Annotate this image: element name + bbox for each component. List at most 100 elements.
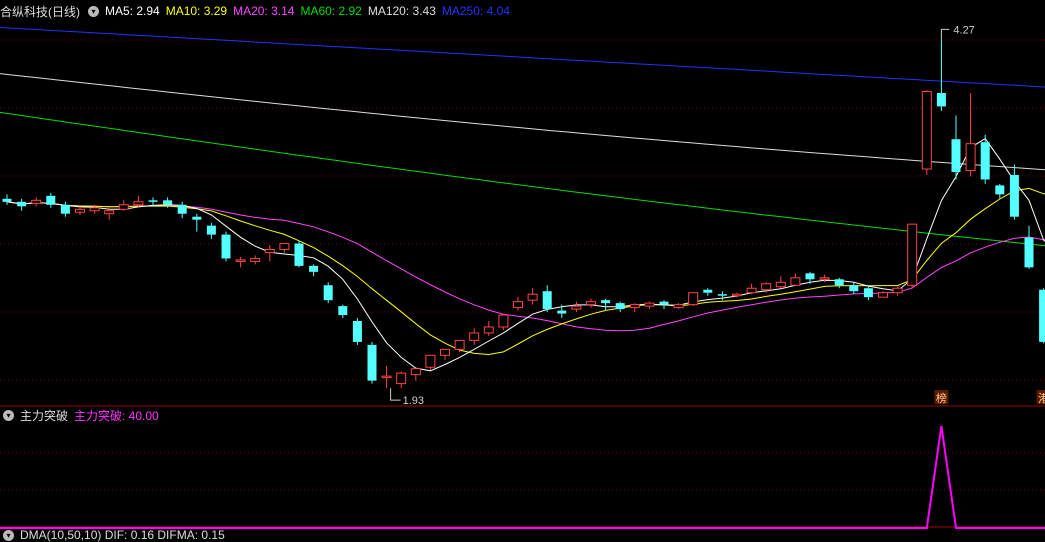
candle-body: [572, 306, 581, 309]
candle-body: [995, 185, 1004, 194]
candle-body: [76, 209, 85, 212]
candle-body: [426, 355, 435, 367]
candle-body: [762, 284, 771, 290]
marker-label: 港: [1038, 392, 1045, 405]
candle-body: [660, 302, 669, 305]
candle-body: [324, 285, 333, 300]
candle-body: [733, 294, 742, 295]
signal-polyline: [0, 426, 1045, 528]
candle-body: [601, 300, 610, 303]
candle-body: [338, 306, 347, 315]
low-pointer: [391, 388, 401, 400]
candle-body: [1025, 238, 1034, 268]
moving-average-lines: [0, 28, 1045, 371]
candle-body: [441, 349, 450, 355]
stock-chart[interactable]: 4.271.93 榜港涨: [0, 0, 1045, 538]
candle-body: [806, 273, 815, 279]
marker-label: 榜: [936, 391, 947, 405]
candle-body: [411, 369, 420, 375]
candle-body: [674, 305, 683, 308]
sub-value-label: 主力突破: 40.00: [74, 407, 159, 424]
ma120-label: MA120: 3.43: [368, 4, 436, 18]
ma120-line: [0, 74, 1045, 170]
candle-body: [703, 290, 712, 293]
candle-body: [105, 211, 114, 214]
candle-body: [61, 205, 70, 214]
candle-body: [747, 288, 756, 292]
candle-body: [630, 305, 639, 308]
candle-body: [922, 92, 931, 169]
ma250-line: [0, 28, 1045, 88]
candle-body: [966, 144, 975, 171]
ma5-label: MA5: 2.94: [105, 4, 160, 18]
candle-body: [46, 196, 55, 205]
candle-body: [163, 200, 172, 204]
candlesticks: [3, 39, 1045, 388]
price-annotations: 4.27 1.93: [391, 24, 975, 407]
candle-body: [149, 200, 158, 201]
candle-body: [1010, 175, 1019, 217]
candle-body: [543, 291, 552, 309]
candle-body: [455, 340, 464, 349]
settings-icon[interactable]: ▾: [3, 410, 14, 421]
candle-body: [557, 311, 566, 314]
candle-body: [353, 321, 362, 342]
candle-body: [17, 202, 26, 206]
high-label: 4.27: [953, 24, 974, 36]
candle-body: [499, 315, 508, 327]
candle-body: [236, 260, 245, 261]
settings-icon[interactable]: ▾: [88, 6, 99, 17]
candle-body: [528, 294, 537, 300]
ma10-label: MA10: 3.29: [166, 4, 227, 18]
chart-title: 合纵科技(日线): [0, 3, 80, 20]
candle-body: [820, 278, 829, 279]
candle-body: [937, 93, 946, 106]
ma250-label: MA250: 4.04: [442, 4, 510, 18]
event-markers: 榜港涨: [934, 390, 1045, 405]
candle-body: [689, 293, 698, 305]
candle-body: [981, 142, 990, 179]
candle-body: [864, 288, 873, 297]
signal-line: [0, 426, 1045, 528]
candle-body: [368, 345, 377, 381]
candle-body: [908, 224, 917, 285]
ma60-label: MA60: 2.92: [300, 4, 361, 18]
high-pointer: [941, 29, 949, 39]
candle-body: [90, 208, 99, 211]
candle-body: [893, 288, 902, 292]
candle-body: [192, 217, 201, 220]
candle-body: [484, 327, 493, 333]
ma20-line: [7, 202, 1045, 331]
candle-body: [616, 303, 625, 309]
candle-body: [470, 333, 479, 340]
candle-body: [251, 258, 260, 261]
candle-body: [265, 249, 274, 252]
settings-icon[interactable]: ▾: [3, 530, 14, 541]
ma20-label: MA20: 3.14: [233, 4, 294, 18]
candle-body: [835, 279, 844, 285]
candle-body: [718, 294, 727, 295]
candle-body: [119, 205, 128, 209]
candle-body: [222, 235, 231, 259]
dma-legend: ▾ DMA(10,50,10) DIF: 0.16 DIFMA: 0.15: [0, 528, 231, 542]
candle-body: [134, 202, 143, 205]
candle-body: [776, 282, 785, 286]
candle-body: [3, 199, 12, 202]
candle-body: [514, 302, 523, 308]
sub-legend: ▾ 主力突破 主力突破: 40.00: [0, 406, 165, 424]
candle-body: [207, 226, 216, 235]
candle-body: [382, 376, 391, 377]
candle-body: [280, 244, 289, 250]
candle-body: [587, 302, 596, 305]
ma5-line: [7, 139, 1045, 371]
dma-label: DMA(10,50,10) DIF: 0.16 DIFMA: 0.15: [20, 528, 225, 542]
low-label: 1.93: [403, 395, 424, 407]
candle-body: [178, 205, 187, 214]
candle-body: [295, 244, 304, 266]
candle-body: [32, 200, 41, 203]
candle-body: [849, 285, 858, 291]
candle-body: [397, 373, 406, 383]
sub-title: 主力突破: [20, 407, 68, 424]
candle-body: [791, 278, 800, 285]
candle-body: [952, 139, 961, 172]
